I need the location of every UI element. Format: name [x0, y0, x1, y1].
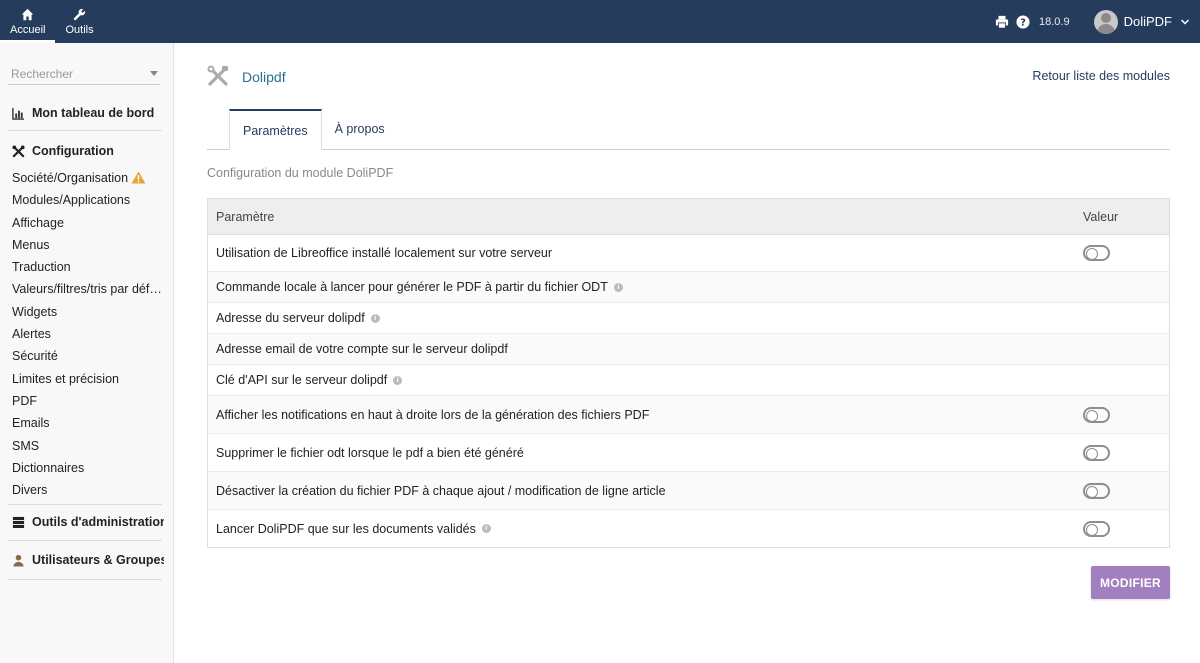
tools-icon: [207, 65, 228, 86]
toggle-switch[interactable]: [1083, 482, 1110, 499]
nav-home[interactable]: Accueil: [0, 0, 56, 43]
sidebar-admin-tools-label: Outils d'administration: [32, 515, 164, 529]
server-icon: [12, 516, 25, 528]
sidebar-item-alerts[interactable]: Alertes: [12, 323, 164, 345]
header-value: Valeur: [1083, 209, 1119, 224]
modify-button[interactable]: MODIFIER: [1091, 566, 1170, 599]
sidebar-item-company[interactable]: Société/Organisation: [12, 167, 164, 189]
divider: [8, 130, 162, 131]
sidebar-item-security[interactable]: Sécurité: [12, 345, 164, 367]
nav-tools-label: Outils: [65, 23, 94, 36]
info-icon[interactable]: i: [393, 375, 403, 385]
row-label: Adresse du serveur dolipdf: [216, 311, 365, 325]
chevron-down-icon: [1180, 18, 1190, 25]
sidebar-item-translation[interactable]: Traduction: [12, 256, 164, 278]
tab-settings[interactable]: Paramètres: [229, 109, 322, 150]
divider: [8, 504, 162, 505]
sidebar: Mon tableau de bord Configuration Sociét…: [0, 43, 174, 663]
info-icon[interactable]: i: [370, 313, 380, 323]
sidebar-admin-tools[interactable]: Outils d'administration: [12, 515, 164, 529]
chevron-down-icon[interactable]: [150, 71, 158, 76]
sidebar-item-pdf[interactable]: PDF: [12, 390, 164, 412]
top-bar: Accueil Outils ? 18.0.9 DoliPDF: [0, 0, 1200, 43]
sidebar-item-menus[interactable]: Menus: [12, 234, 164, 256]
sidebar-configuration[interactable]: Configuration: [12, 144, 164, 158]
version-label: 18.0.9: [1039, 15, 1070, 28]
toggle-switch[interactable]: [1083, 444, 1110, 461]
sidebar-users-groups-label: Utilisateurs & Groupes: [32, 553, 164, 567]
row-label: Supprimer le fichier odt lorsque le pdf …: [216, 445, 524, 460]
sidebar-item-default-values[interactable]: Valeurs/filtres/tris par défaut: [12, 278, 164, 300]
divider: [8, 579, 162, 580]
row-label: Commande locale à lancer pour générer le…: [216, 280, 608, 294]
sidebar-item-dictionaries[interactable]: Dictionnaires: [12, 457, 164, 479]
table-row: Désactiver la création du fichier PDF à …: [208, 472, 1169, 510]
top-right-area: ? 18.0.9 DoliPDF: [995, 0, 1200, 43]
sidebar-item-limits[interactable]: Limites et précision: [12, 368, 164, 390]
toggle-switch[interactable]: [1083, 406, 1110, 423]
table-row: Clé d'API sur le serveur dolipdf i: [208, 365, 1169, 396]
avatar: [1093, 9, 1118, 34]
sidebar-dashboard[interactable]: Mon tableau de bord: [12, 106, 164, 120]
row-label: Clé d'API sur le serveur dolipdf: [216, 373, 388, 387]
table-row: Utilisation de Libreoffice installé loca…: [208, 235, 1169, 272]
settings-table: Paramètre Valeur Utilisation de Libreoff…: [207, 198, 1170, 548]
nav-tools[interactable]: Outils: [55, 0, 103, 43]
section-subtitle: Configuration du module DoliPDF: [207, 166, 394, 180]
sidebar-users-groups[interactable]: Utilisateurs & Groupes: [12, 553, 164, 567]
row-label: Adresse email de votre compte sur le ser…: [216, 342, 508, 356]
tools-icon: [12, 144, 25, 157]
table-header: Paramètre Valeur: [208, 199, 1169, 235]
search-input[interactable]: [11, 66, 131, 81]
sidebar-item-label: Société/Organisation: [12, 171, 129, 185]
page-title: Dolipdf: [242, 69, 286, 85]
sidebar-configuration-label: Configuration: [32, 144, 114, 158]
table-row: Commande locale à lancer pour générer le…: [208, 272, 1169, 303]
sidebar-item-modules[interactable]: Modules/Applications: [12, 189, 164, 211]
username: DoliPDF: [1123, 14, 1172, 29]
tab-about[interactable]: À propos: [322, 109, 398, 150]
row-label: Utilisation de Libreoffice installé loca…: [216, 246, 553, 260]
sidebar-item-sms[interactable]: SMS: [12, 435, 164, 457]
print-icon[interactable]: [995, 14, 1010, 29]
wrench-icon: [73, 8, 86, 20]
help-icon[interactable]: ?: [1016, 14, 1031, 29]
row-label: Désactiver la création du fichier PDF à …: [216, 483, 666, 498]
home-icon: [22, 8, 34, 20]
sidebar-item-widgets[interactable]: Widgets: [12, 301, 164, 323]
top-nav: Accueil Outils: [0, 0, 104, 43]
divider: [8, 540, 162, 541]
table-row: Afficher les notifications en haut à dro…: [208, 396, 1169, 434]
row-label: Lancer DoliPDF que sur les documents val…: [216, 521, 476, 536]
table-row: Lancer DoliPDF que sur les documents val…: [208, 510, 1169, 547]
tab-divider: [207, 149, 1170, 150]
configuration-menu: Société/Organisation Modules/Application…: [12, 167, 164, 501]
table-row: Adresse email de votre compte sur le ser…: [208, 334, 1169, 365]
tabs: Paramètres À propos: [229, 109, 398, 150]
chart-icon: [12, 107, 25, 120]
info-icon[interactable]: i: [481, 524, 491, 533]
sidebar-item-emails[interactable]: Emails: [12, 412, 164, 434]
toggle-switch[interactable]: [1083, 520, 1110, 537]
user-menu[interactable]: DoliPDF: [1086, 0, 1200, 43]
toggle-switch[interactable]: [1083, 245, 1110, 261]
nav-home-label: Accueil: [10, 23, 46, 36]
row-label: Afficher les notifications en haut à dro…: [216, 407, 650, 422]
sidebar-dashboard-label: Mon tableau de bord: [32, 106, 155, 120]
header-parameter: Paramètre: [216, 209, 275, 224]
warning-icon: [131, 171, 146, 184]
user-icon: [13, 554, 24, 567]
svg-text:?: ?: [1020, 17, 1026, 28]
table-row: Supprimer le fichier odt lorsque le pdf …: [208, 434, 1169, 472]
back-to-modules-link[interactable]: Retour liste des modules: [1032, 69, 1170, 83]
info-icon[interactable]: i: [613, 282, 623, 292]
search-box[interactable]: [8, 63, 160, 85]
table-row: Adresse du serveur dolipdf i: [208, 303, 1169, 334]
sidebar-item-misc[interactable]: Divers: [12, 479, 164, 501]
sidebar-item-display[interactable]: Affichage: [12, 212, 164, 234]
